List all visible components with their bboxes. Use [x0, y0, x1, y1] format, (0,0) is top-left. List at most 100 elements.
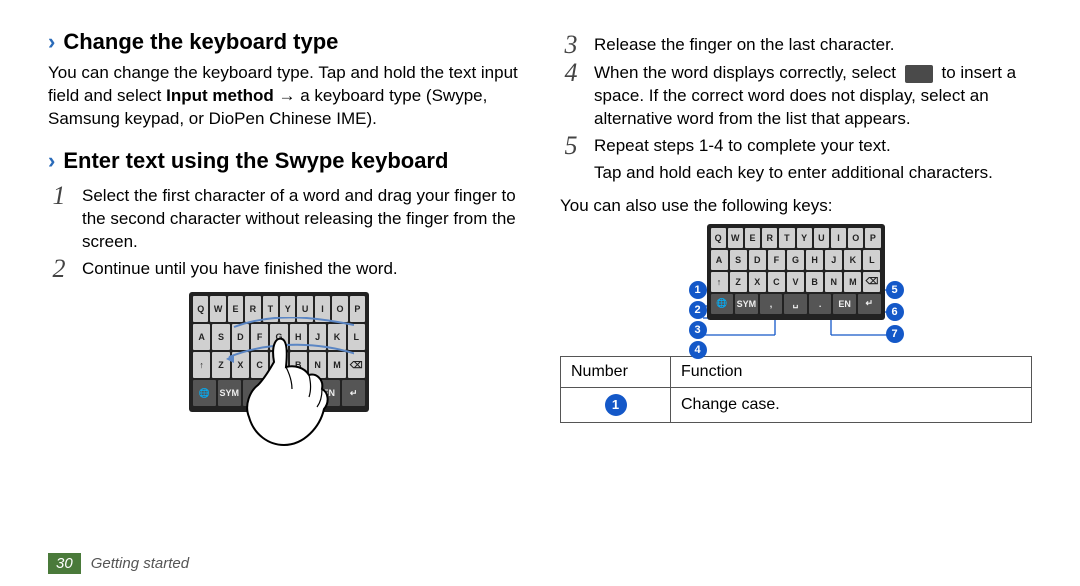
- keyboard-key: K: [328, 324, 345, 350]
- keyboard-key: T: [263, 296, 278, 322]
- col-header-function: Function: [671, 356, 1032, 387]
- keyboard-key: U: [814, 228, 829, 248]
- callout-badge: 1: [689, 281, 707, 299]
- page-number: 30: [48, 553, 81, 574]
- callout-badge: 5: [886, 281, 904, 299]
- keyboard-key: W: [728, 228, 743, 248]
- step-number: 1: [48, 183, 70, 209]
- keyboard-body: QWERTYUIOPASDFGHJKL↑ZXCVBNM⌫🌐SYM,␣.EN↵: [189, 292, 369, 412]
- keyboard-key: X: [232, 352, 249, 378]
- space-key-icon: [905, 65, 933, 83]
- keyboard-key: L: [348, 324, 365, 350]
- step-item: 3Release the finger on the last characte…: [560, 34, 1032, 58]
- continued-steps: 3Release the finger on the last characte…: [560, 30, 1032, 189]
- keyboard-key: P: [350, 296, 365, 322]
- keyboard-key: L: [863, 250, 880, 270]
- page-footer: 30 Getting started: [48, 553, 189, 574]
- keyboard-key: ␣: [268, 380, 291, 406]
- keyboard-key: N: [825, 272, 842, 292]
- keyboard-key: J: [309, 324, 326, 350]
- col-header-number: Number: [561, 356, 671, 387]
- step-text: When the word displays correctly, select…: [594, 62, 1032, 131]
- step-content: Release the finger on the last character…: [594, 34, 895, 57]
- keyboard-key: B: [290, 352, 307, 378]
- step-item: 2Continue until you have finished the wo…: [48, 258, 520, 282]
- footer-section-name: Getting started: [91, 555, 189, 572]
- callout-badge: 2: [689, 301, 707, 319]
- keyboard-key: ,: [760, 294, 783, 314]
- keyboard-key: Z: [212, 352, 229, 378]
- keyboard-key: ↑: [711, 272, 728, 292]
- keyboard-key: X: [749, 272, 766, 292]
- keyboard-key: I: [315, 296, 330, 322]
- keyboard-key: R: [245, 296, 260, 322]
- keyboard-key: V: [270, 352, 287, 378]
- keyboard-key: ↵: [858, 294, 881, 314]
- keyboard-callout-diagram: 1234 567 QWERTYUIOPASDFGHJKL↑ZXCVBNM⌫🌐SY…: [689, 224, 904, 344]
- keyboard-key: J: [825, 250, 842, 270]
- cell-number: 1: [561, 387, 671, 422]
- callout-badge: 6: [886, 303, 904, 321]
- keyboard-key: C: [251, 352, 268, 378]
- keyboard-key: R: [762, 228, 777, 248]
- chevron-icon: ›: [48, 31, 55, 53]
- keyboard-key: ⌫: [863, 272, 880, 292]
- callout-badge: 7: [886, 325, 904, 343]
- keyboard-key: Y: [280, 296, 295, 322]
- keyboard-key: G: [787, 250, 804, 270]
- keyboard-key: E: [228, 296, 243, 322]
- keyboard-key: P: [865, 228, 880, 248]
- keyboard-key: K: [844, 250, 861, 270]
- step-text: Continue until you have finished the wor…: [82, 258, 398, 281]
- step-item: 5 Repeat steps 1-4 to complete your text.…: [560, 135, 1032, 185]
- keyboard-key: F: [251, 324, 268, 350]
- callout-badge: 4: [689, 341, 707, 359]
- keyboard-key: H: [806, 250, 823, 270]
- keyboard-key: ↵: [342, 380, 365, 406]
- step-number: 5: [560, 133, 582, 159]
- keyboard-key: EN: [833, 294, 856, 314]
- keyboard-key: W: [210, 296, 225, 322]
- keyboard-key: SYM: [218, 380, 241, 406]
- keyboard-key: .: [292, 380, 315, 406]
- heading-change-keyboard-text: Change the keyboard type: [63, 30, 338, 54]
- keyboard-key: M: [328, 352, 345, 378]
- swype-steps: 1 Select the first character of a word an…: [48, 181, 520, 286]
- keyboard-key: F: [768, 250, 785, 270]
- heading-change-keyboard: › Change the keyboard type: [48, 30, 520, 54]
- keyboard-key: A: [711, 250, 728, 270]
- keyboard-key: O: [332, 296, 347, 322]
- note-following-keys: You can also use the following keys:: [560, 195, 1032, 218]
- keyboard-key: Q: [711, 228, 726, 248]
- para-part-b: Input method: [166, 86, 274, 105]
- keyboard-key: 🌐: [711, 294, 734, 314]
- heading-swype: › Enter text using the Swype keyboard: [48, 149, 520, 173]
- step-item: 4When the word displays correctly, selec…: [560, 62, 1032, 131]
- keyboard-key: C: [768, 272, 785, 292]
- function-table: Number Function 1Change case.: [560, 356, 1032, 423]
- step-content: Repeat steps 1-4 to complete your text.T…: [594, 135, 993, 185]
- keyboard-key: ↑: [193, 352, 210, 378]
- callout-badge: 1: [605, 394, 627, 416]
- step-content: Select the first character of a word and…: [82, 185, 520, 254]
- keyboard-key: ⌫: [348, 352, 365, 378]
- keyboard-key: E: [745, 228, 760, 248]
- keyboard-key: Z: [730, 272, 747, 292]
- keyboard-key: N: [309, 352, 326, 378]
- step-content: Continue until you have finished the wor…: [82, 258, 398, 281]
- keyboard-key: O: [848, 228, 863, 248]
- keyboard-key: .: [809, 294, 832, 314]
- keyboard-key: SYM: [735, 294, 758, 314]
- keyboard-key: T: [779, 228, 794, 248]
- callout-badge: 3: [689, 321, 707, 339]
- table-row: 1Change case.: [561, 387, 1032, 422]
- keyboard-key: H: [290, 324, 307, 350]
- keyboard-key: D: [749, 250, 766, 270]
- keyboard-key: S: [730, 250, 747, 270]
- left-column: › Change the keyboard type You can chang…: [48, 28, 520, 586]
- keyboard-key: V: [787, 272, 804, 292]
- keyboard-key: 🌐: [193, 380, 216, 406]
- keyboard-key: G: [270, 324, 287, 350]
- keyboard-key: ,: [243, 380, 266, 406]
- chevron-icon: ›: [48, 150, 55, 172]
